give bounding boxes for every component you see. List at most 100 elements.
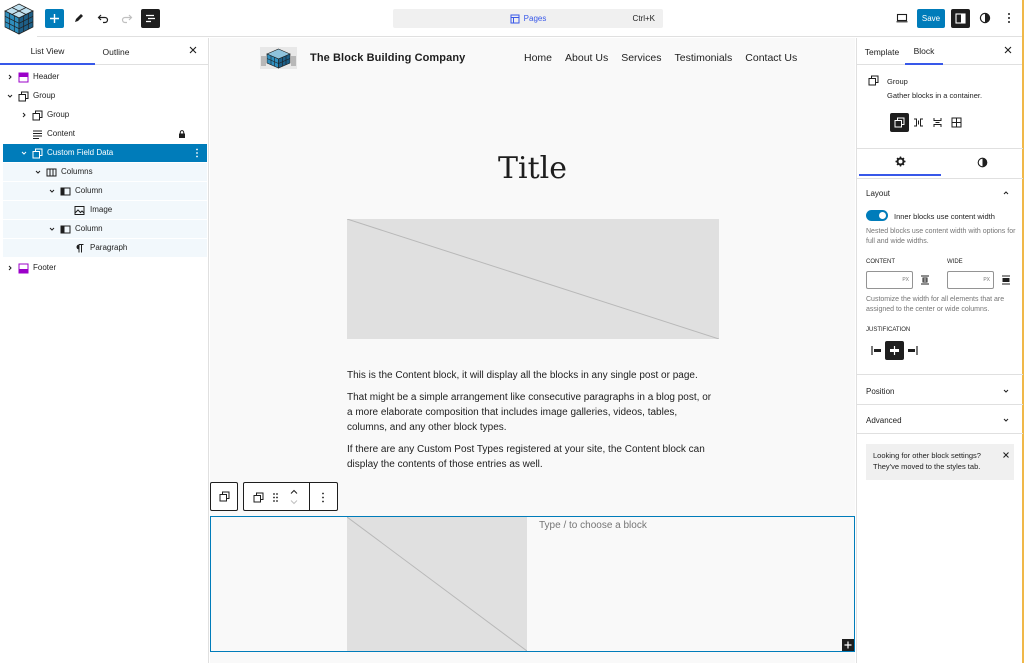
save-button[interactable]: Save — [917, 9, 945, 28]
list-item-label: Column — [75, 186, 103, 195]
list-item-column[interactable]: Column — [3, 220, 207, 238]
undo-icon — [97, 14, 109, 24]
chevron-down-icon[interactable] — [1002, 387, 1010, 395]
group-icon — [18, 91, 29, 101]
close-icon[interactable] — [1003, 45, 1013, 55]
divider — [857, 178, 1023, 179]
image-placeholder[interactable] — [347, 517, 527, 651]
close-icon[interactable] — [1002, 451, 1010, 459]
unit-label[interactable]: PX — [902, 277, 909, 283]
command-palette-bar[interactable]: Pages Ctrl+K — [393, 9, 663, 28]
content-width-input[interactable]: PX — [866, 271, 913, 289]
list-item-footer[interactable]: Footer — [3, 259, 207, 277]
justify-right-icon[interactable] — [907, 345, 918, 356]
chevron-down-icon[interactable] — [20, 149, 28, 157]
chevron-right-icon[interactable] — [6, 264, 14, 272]
select-parent-block-button[interactable] — [210, 482, 238, 511]
move-down-icon[interactable] — [289, 497, 299, 507]
group-icon — [32, 148, 43, 158]
post-content-block[interactable]: This is the Content block, it will displ… — [347, 368, 719, 479]
justify-center-icon — [890, 346, 899, 355]
list-view-panel: List View Outline Header Group Group Con… — [0, 38, 209, 663]
site-title[interactable]: The Block Building Company — [310, 52, 465, 64]
content-width-toggle[interactable] — [866, 210, 888, 221]
position-section-title[interactable]: Position — [866, 387, 894, 396]
block-card-title: Group — [887, 77, 908, 86]
styles-button[interactable] — [975, 8, 995, 28]
nav-link-home[interactable]: Home — [524, 52, 552, 64]
chevron-right-icon[interactable] — [20, 111, 28, 119]
justify-center-button[interactable] — [885, 341, 904, 360]
styles-moved-notice: Looking for other block settings? They'v… — [866, 444, 1014, 480]
column-icon — [60, 225, 71, 233]
chevron-up-icon[interactable] — [1002, 189, 1010, 197]
list-item-group[interactable]: Group — [3, 87, 207, 105]
tab-settings[interactable] — [859, 149, 941, 176]
undo-button[interactable] — [93, 8, 113, 28]
unit-label[interactable]: PX — [983, 277, 990, 283]
drag-handle-icon[interactable] — [272, 492, 279, 503]
chevron-down-icon[interactable] — [48, 187, 56, 195]
group-icon[interactable] — [253, 492, 264, 503]
list-item-image[interactable]: Image — [3, 201, 207, 219]
list-item-column[interactable]: Column — [3, 182, 207, 200]
site-logo-icon[interactable] — [0, 0, 37, 37]
list-item-custom-field-data[interactable]: Custom Field Data — [3, 144, 207, 162]
chevron-down-icon[interactable] — [48, 225, 56, 233]
wide-width-label: WIDE — [947, 259, 963, 265]
list-item-columns[interactable]: Columns — [3, 163, 207, 181]
row-icon[interactable] — [913, 117, 924, 128]
content-paragraph: This is the Content block, it will displ… — [347, 370, 698, 381]
chevron-down-icon[interactable] — [1002, 416, 1010, 424]
move-up-icon[interactable] — [289, 487, 299, 497]
settings-sidebar-toggle[interactable] — [951, 9, 970, 28]
post-content-icon — [33, 130, 42, 139]
chevron-down-icon[interactable] — [34, 168, 42, 176]
list-item-content[interactable]: Content — [3, 125, 207, 143]
justify-left-icon[interactable] — [871, 345, 882, 356]
site-header[interactable]: The Block Building Company Home About Us… — [260, 46, 810, 70]
list-item-paragraph[interactable]: Paragraph — [3, 239, 207, 257]
list-view-icon — [146, 14, 155, 23]
nav-link-contact-us[interactable]: Contact Us — [745, 52, 797, 64]
document-overview-button[interactable] — [141, 9, 160, 28]
tab-template[interactable]: Template — [859, 38, 905, 65]
featured-image-placeholder[interactable] — [347, 219, 719, 339]
list-item-group-nested[interactable]: Group — [3, 106, 207, 124]
block-inserter-button[interactable] — [45, 9, 64, 28]
tab-list-view[interactable]: List View — [0, 38, 95, 65]
tab-block[interactable]: Block — [905, 38, 943, 65]
post-title[interactable]: Title — [210, 151, 855, 186]
toggle-help-text: Nested blocks use content width with opt… — [866, 228, 1016, 245]
editor-canvas[interactable]: The Block Building Company Home About Us… — [210, 38, 855, 663]
nav-link-testimonials[interactable]: Testimonials — [674, 52, 732, 64]
redo-button[interactable] — [117, 8, 137, 28]
list-item-header[interactable]: Header — [3, 68, 207, 86]
block-appender-button[interactable] — [842, 639, 854, 651]
contrast-icon — [979, 12, 991, 24]
custom-field-data-group[interactable]: Type / to choose a block — [210, 516, 855, 652]
variation-group-button[interactable] — [890, 113, 909, 132]
nav-link-about-us[interactable]: About Us — [565, 52, 608, 64]
chevron-right-icon[interactable] — [6, 73, 14, 81]
more-vertical-icon[interactable] — [321, 492, 325, 503]
close-icon[interactable] — [188, 45, 198, 55]
grid-icon[interactable] — [951, 117, 962, 128]
stack-icon[interactable] — [932, 117, 943, 128]
advanced-section-title[interactable]: Advanced — [866, 416, 902, 425]
tools-button[interactable] — [69, 8, 89, 28]
company-logo-icon[interactable] — [260, 47, 297, 69]
more-vertical-icon[interactable] — [195, 148, 199, 158]
options-menu-button[interactable] — [999, 8, 1019, 28]
paragraph-placeholder[interactable]: Type / to choose a block — [539, 520, 647, 531]
tab-styles[interactable] — [941, 149, 1023, 176]
nav-link-services[interactable]: Services — [621, 52, 661, 64]
group-icon — [219, 491, 229, 502]
page-layout-icon — [510, 14, 520, 23]
chevron-down-icon[interactable] — [6, 92, 14, 100]
tab-outline[interactable]: Outline — [95, 38, 137, 65]
layout-section-title[interactable]: Layout — [866, 189, 890, 198]
preview-button[interactable] — [892, 8, 912, 28]
wide-width-input[interactable]: PX — [947, 271, 994, 289]
gear-icon — [895, 156, 905, 167]
